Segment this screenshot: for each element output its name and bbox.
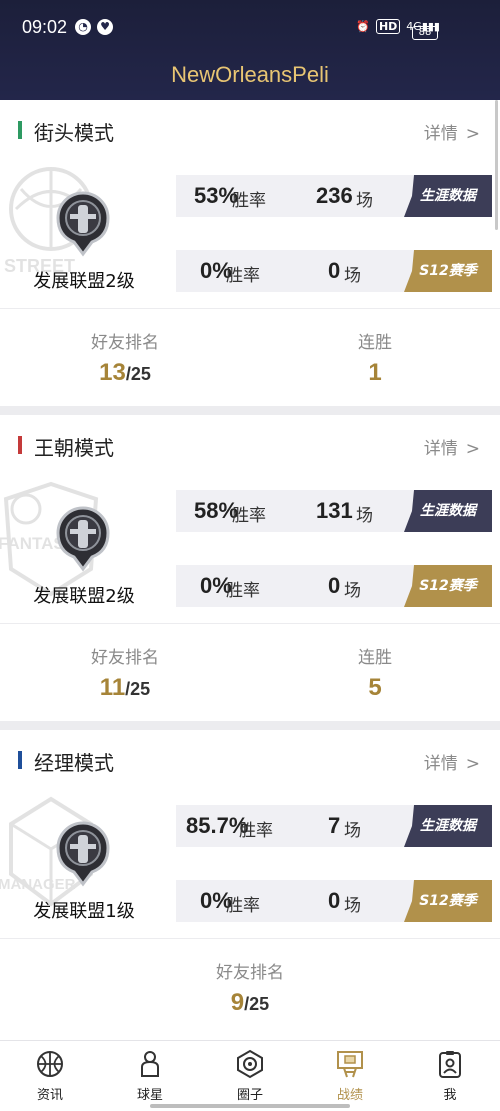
league-badge-icon: [56, 821, 110, 887]
tab-me[interactable]: 我: [400, 1049, 500, 1103]
alarm-icon: ⏰: [356, 20, 370, 33]
detail-link[interactable]: 详情 >: [424, 749, 480, 774]
bottom-tab-bar: 资讯 球星 圈子 战绩 我: [0, 1040, 500, 1111]
shield-app-icon: ♥: [97, 19, 113, 35]
season-games: 0: [328, 258, 341, 283]
win-streak: 连胜 1: [358, 333, 392, 386]
season-tag[interactable]: S12赛季: [404, 880, 492, 922]
status-bar: 09:02 ◔ ♥ ⏰ HD 4G▮▮▮ 88: [0, 0, 500, 56]
scrollbar[interactable]: [495, 100, 498, 230]
career-data-tag[interactable]: 生涯数据: [404, 175, 492, 217]
friend-rank[interactable]: 好友排名 9/25: [125, 958, 375, 1017]
tab-records[interactable]: 战绩: [300, 1049, 400, 1103]
friend-rank[interactable]: 好友排名 11/25: [0, 643, 250, 702]
home-indicator[interactable]: [150, 1104, 350, 1108]
season-games: 0: [328, 888, 341, 913]
career-games: 7: [328, 813, 341, 838]
status-time: 09:02: [22, 17, 68, 37]
mode-card-street: 街头模式 详情 > STREET 发展联盟2级 53% 胜率 236 场 生涯数据: [0, 100, 500, 406]
season-games: 0: [328, 573, 341, 598]
page-title: NewOrleansPeli: [171, 62, 329, 87]
circle-hex-icon: [237, 1049, 263, 1079]
level-label: 发展联盟1级: [33, 901, 135, 922]
career-stats-row[interactable]: 53% 胜率 236 场 生涯数据: [176, 175, 492, 217]
season-tag[interactable]: S12赛季: [404, 250, 492, 292]
mode-color-bar: [18, 436, 22, 454]
profile-card-icon: [439, 1051, 461, 1078]
basketball-icon: [37, 1051, 63, 1077]
tab-circle[interactable]: 圈子: [200, 1049, 300, 1103]
player-icon: [141, 1051, 159, 1077]
level-label: 发展联盟2级: [33, 271, 135, 292]
tab-players[interactable]: 球星: [100, 1049, 200, 1103]
season-stats-row[interactable]: 0% 胜率 0 场 S12赛季: [176, 880, 492, 922]
mode-title: 经理模式: [34, 751, 114, 775]
mode-title: 王朝模式: [34, 436, 114, 460]
detail-link[interactable]: 详情 >: [424, 119, 480, 144]
tab-news[interactable]: 资讯: [0, 1049, 100, 1103]
career-data-tag[interactable]: 生涯数据: [404, 805, 492, 847]
mode-color-bar: [18, 121, 22, 139]
chevron-right-icon: >: [465, 124, 480, 144]
app-header: 09:02 ◔ ♥ ⏰ HD 4G▮▮▮ 88 NewOrleansPeli: [0, 0, 500, 100]
season-stats-row[interactable]: 0% 胜率 0 场 S12赛季: [176, 565, 492, 607]
speed-icon: ◔: [75, 19, 91, 35]
records-list[interactable]: 街头模式 详情 > STREET 发展联盟2级 53% 胜率 236 场 生涯数据: [0, 100, 500, 1040]
career-games: 131: [316, 498, 353, 523]
chevron-right-icon: >: [465, 439, 480, 459]
league-badge-icon: [56, 506, 110, 572]
divider: [0, 938, 500, 939]
record-hoop-icon: [337, 1051, 363, 1078]
chevron-right-icon: >: [465, 754, 480, 774]
career-stats-row[interactable]: 85.7% 胜率 7 场 生涯数据: [176, 805, 492, 847]
season-tag[interactable]: S12赛季: [404, 565, 492, 607]
career-data-tag[interactable]: 生涯数据: [404, 490, 492, 532]
divider: [0, 308, 500, 309]
mode-color-bar: [18, 751, 22, 769]
level-label: 发展联盟2级: [33, 586, 135, 607]
league-badge-icon: [56, 191, 110, 257]
mode-card-dynasty: 王朝模式 详情 > FANTAS 发展联盟2级 58% 胜率 131 场 生涯数据: [0, 415, 500, 721]
hd-icon: HD: [375, 19, 401, 34]
career-games: 236: [316, 183, 353, 208]
career-stats-row[interactable]: 58% 胜率 131 场 生涯数据: [176, 490, 492, 532]
season-stats-row[interactable]: 0% 胜率 0 场 S12赛季: [176, 250, 492, 292]
mode-title: 街头模式: [34, 121, 114, 145]
mode-card-manager: 经理模式 详情 > MANAGER 发展联盟1级 85.7% 胜率 7 场 生涯数…: [0, 730, 500, 1040]
divider: [0, 623, 500, 624]
detail-link[interactable]: 详情 >: [424, 434, 480, 459]
win-streak: 连胜 5: [358, 648, 392, 701]
friend-rank[interactable]: 好友排名 13/25: [0, 328, 250, 387]
battery-icon: 88: [412, 26, 438, 40]
